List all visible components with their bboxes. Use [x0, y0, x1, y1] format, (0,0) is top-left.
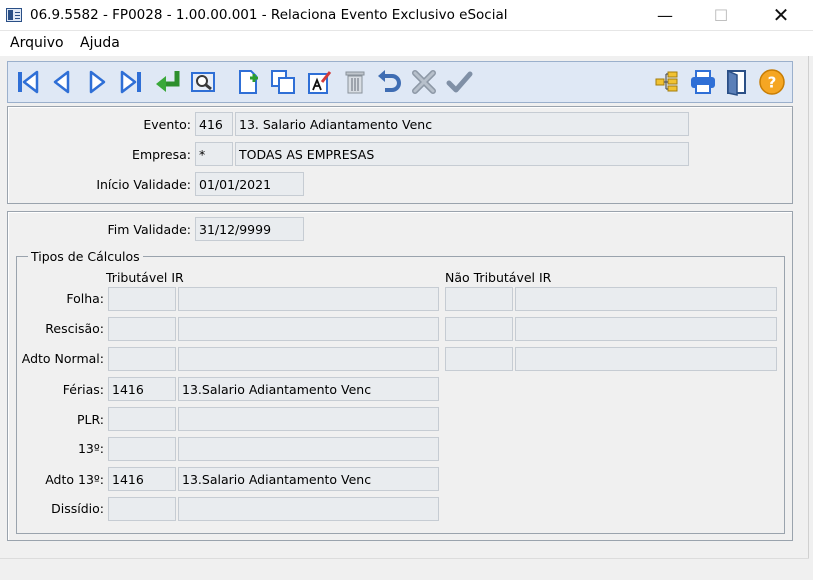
tipos-calculos-title: Tipos de Cálculos	[28, 249, 143, 264]
menu-ajuda[interactable]: Ajuda	[80, 35, 120, 51]
title-bar: 06.9.5582 - FP0028 - 1.00.00.001 - Relac…	[0, 0, 813, 31]
decimo-terceiro-label: 13º:	[77, 441, 104, 456]
empresa-label: Empresa:	[132, 147, 191, 162]
ferias-tributavel-code-field[interactable]: 1416	[108, 377, 176, 401]
adto-normal-nao-tributavel-desc-field[interactable]	[515, 347, 777, 371]
tree-icon	[655, 71, 678, 92]
app-icon	[6, 8, 22, 22]
fim-validade-label: Fim Validade:	[107, 222, 191, 237]
adto-normal-nao-tributavel-code-field[interactable]	[445, 347, 513, 371]
go-to-icon	[156, 71, 180, 92]
menu-bar: Arquivo Ajuda	[0, 31, 813, 56]
folha-tributavel-desc-field[interactable]	[178, 287, 439, 311]
status-bar	[0, 558, 809, 580]
menu-arquivo[interactable]: Arquivo	[10, 35, 64, 51]
adto-normal-tributavel-desc-field[interactable]	[178, 347, 439, 371]
toolbar: ?	[7, 61, 793, 103]
new-icon	[239, 70, 258, 94]
close-button[interactable]: ✕	[758, 0, 804, 30]
window-border	[809, 56, 813, 580]
ferias-tributavel-desc-field[interactable]: 13.Salario Adiantamento Venc	[178, 377, 439, 401]
print-button[interactable]	[688, 67, 718, 97]
adto-normal-tributavel-code-field[interactable]	[108, 347, 176, 371]
undo-icon	[378, 70, 401, 92]
copy-button[interactable]	[268, 67, 298, 97]
undo-button[interactable]	[374, 67, 404, 97]
folha-label: Folha:	[66, 291, 104, 306]
plr-label: PLR:	[76, 412, 104, 427]
adto-decimo-terceiro-label: Adto 13º:	[45, 472, 104, 487]
dissidio-tributavel-code-field[interactable]	[108, 497, 176, 521]
window-title: 06.9.5582 - FP0028 - 1.00.00.001 - Relac…	[30, 7, 508, 23]
previous-record-icon	[53, 70, 70, 94]
first-record-button[interactable]	[13, 67, 43, 97]
inicio-validade-label: Início Validade:	[96, 177, 191, 192]
evento-description-field[interactable]: 13. Salario Adiantamento Venc	[235, 112, 689, 136]
rescisao-nao-tributavel-desc-field[interactable]	[515, 317, 777, 341]
edit-button[interactable]	[304, 67, 334, 97]
rescisao-tributavel-desc-field[interactable]	[178, 317, 439, 341]
help-icon: ?	[759, 69, 785, 95]
search-icon	[191, 72, 215, 92]
decimo-terceiro-tributavel-desc-field[interactable]	[178, 437, 439, 461]
tributavel-ir-header: Tributável IR	[106, 270, 184, 285]
maximize-button[interactable]: ☐	[698, 0, 744, 30]
print-icon	[691, 70, 715, 94]
folha-nao-tributavel-desc-field[interactable]	[515, 287, 777, 311]
plr-tributavel-code-field[interactable]	[108, 407, 176, 431]
search-button[interactable]	[188, 67, 218, 97]
next-record-icon	[89, 70, 106, 94]
nao-tributavel-ir-header: Não Tributável IR	[445, 270, 552, 285]
adto-normal-label: Adto Normal:	[21, 351, 104, 366]
save-icon	[446, 71, 473, 93]
help-label: ?	[768, 74, 777, 92]
empresa-description-field[interactable]: TODAS AS EMPRESAS	[235, 142, 689, 166]
folha-nao-tributavel-code-field[interactable]	[445, 287, 513, 311]
delete-icon	[345, 71, 365, 94]
cancel-button[interactable]	[409, 67, 439, 97]
adto-decimo-terceiro-tributavel-desc-field[interactable]: 13.Salario Adiantamento Venc	[178, 467, 439, 491]
next-record-button[interactable]	[82, 67, 112, 97]
tree-button[interactable]	[651, 67, 681, 97]
ferias-label: Férias:	[62, 382, 104, 397]
evento-label: Evento:	[143, 117, 191, 132]
edit-icon	[308, 71, 332, 94]
cancel-icon	[412, 70, 436, 94]
decimo-terceiro-tributavel-code-field[interactable]	[108, 437, 176, 461]
new-button[interactable]	[233, 67, 263, 97]
fim-validade-field[interactable]: 31/12/9999	[195, 217, 304, 241]
evento-code-field[interactable]: 416	[195, 112, 233, 136]
previous-record-button[interactable]	[47, 67, 77, 97]
exit-icon	[727, 69, 746, 96]
first-record-icon	[18, 70, 39, 94]
adto-decimo-terceiro-tributavel-code-field[interactable]: 1416	[108, 467, 176, 491]
exit-button[interactable]	[722, 67, 752, 97]
inicio-validade-field[interactable]: 01/01/2021	[195, 172, 304, 196]
copy-icon	[271, 70, 295, 94]
rescisao-tributavel-code-field[interactable]	[108, 317, 176, 341]
rescisao-label: Rescisão:	[45, 321, 104, 336]
save-button[interactable]	[444, 67, 474, 97]
delete-button[interactable]	[340, 67, 370, 97]
empresa-code-field[interactable]: *	[195, 142, 233, 166]
go-to-button[interactable]	[153, 67, 183, 97]
folha-tributavel-code-field[interactable]	[108, 287, 176, 311]
rescisao-nao-tributavel-code-field[interactable]	[445, 317, 513, 341]
help-button[interactable]: ?	[757, 67, 787, 97]
last-record-button[interactable]	[116, 67, 146, 97]
minimize-button[interactable]: —	[642, 0, 688, 30]
last-record-icon	[120, 70, 141, 94]
dissidio-label: Dissídio:	[51, 501, 104, 516]
plr-tributavel-desc-field[interactable]	[178, 407, 439, 431]
dissidio-tributavel-desc-field[interactable]	[178, 497, 439, 521]
